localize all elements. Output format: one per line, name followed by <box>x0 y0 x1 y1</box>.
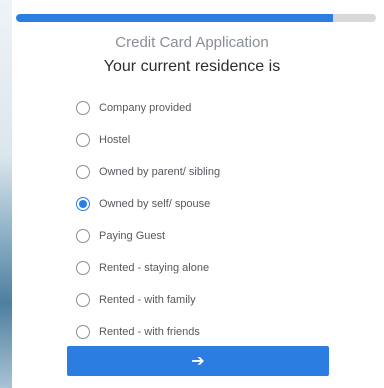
option-label: Rented - with family <box>99 294 196 306</box>
option-label: Rented - staying alone <box>99 262 210 274</box>
residence-options: Company provided Hostel Owned by parent/… <box>76 92 220 348</box>
radio-button[interactable] <box>76 261 90 275</box>
option-label: Hostel <box>99 134 131 146</box>
radio-button[interactable] <box>76 133 90 147</box>
option-label: Rented - with friends <box>99 326 200 338</box>
next-button[interactable]: ➔ <box>67 346 329 376</box>
option-paying-guest[interactable]: Paying Guest <box>76 220 220 252</box>
form-title: Credit Card Application <box>115 34 269 51</box>
radio-button[interactable] <box>76 293 90 307</box>
option-owned-by-self-spouse[interactable]: Owned by self/ spouse <box>76 188 220 220</box>
option-label: Company provided <box>99 102 192 114</box>
progress-bar <box>16 14 376 22</box>
option-label: Owned by parent/ sibling <box>99 166 221 178</box>
radio-button[interactable] <box>76 165 90 179</box>
option-label: Paying Guest <box>99 230 166 242</box>
progress-bar-fill <box>16 14 333 22</box>
radio-button[interactable] <box>76 325 90 339</box>
option-label: Owned by self/ spouse <box>99 198 211 210</box>
option-rented-with-family[interactable]: Rented - with family <box>76 284 220 316</box>
radio-button[interactable] <box>76 229 90 243</box>
option-hostel[interactable]: Hostel <box>76 124 220 156</box>
question-title: Your current residence is <box>103 58 281 75</box>
option-rented-with-friends[interactable]: Rented - with friends <box>76 316 220 348</box>
radio-selected-dot <box>79 200 87 208</box>
option-owned-by-parent-sibling[interactable]: Owned by parent/ sibling <box>76 156 220 188</box>
option-company-provided[interactable]: Company provided <box>76 92 220 124</box>
radio-button[interactable] <box>76 197 90 211</box>
option-rented-staying-alone[interactable]: Rented - staying alone <box>76 252 220 284</box>
radio-button[interactable] <box>76 101 90 115</box>
arrow-right-icon: ➔ <box>191 353 205 370</box>
